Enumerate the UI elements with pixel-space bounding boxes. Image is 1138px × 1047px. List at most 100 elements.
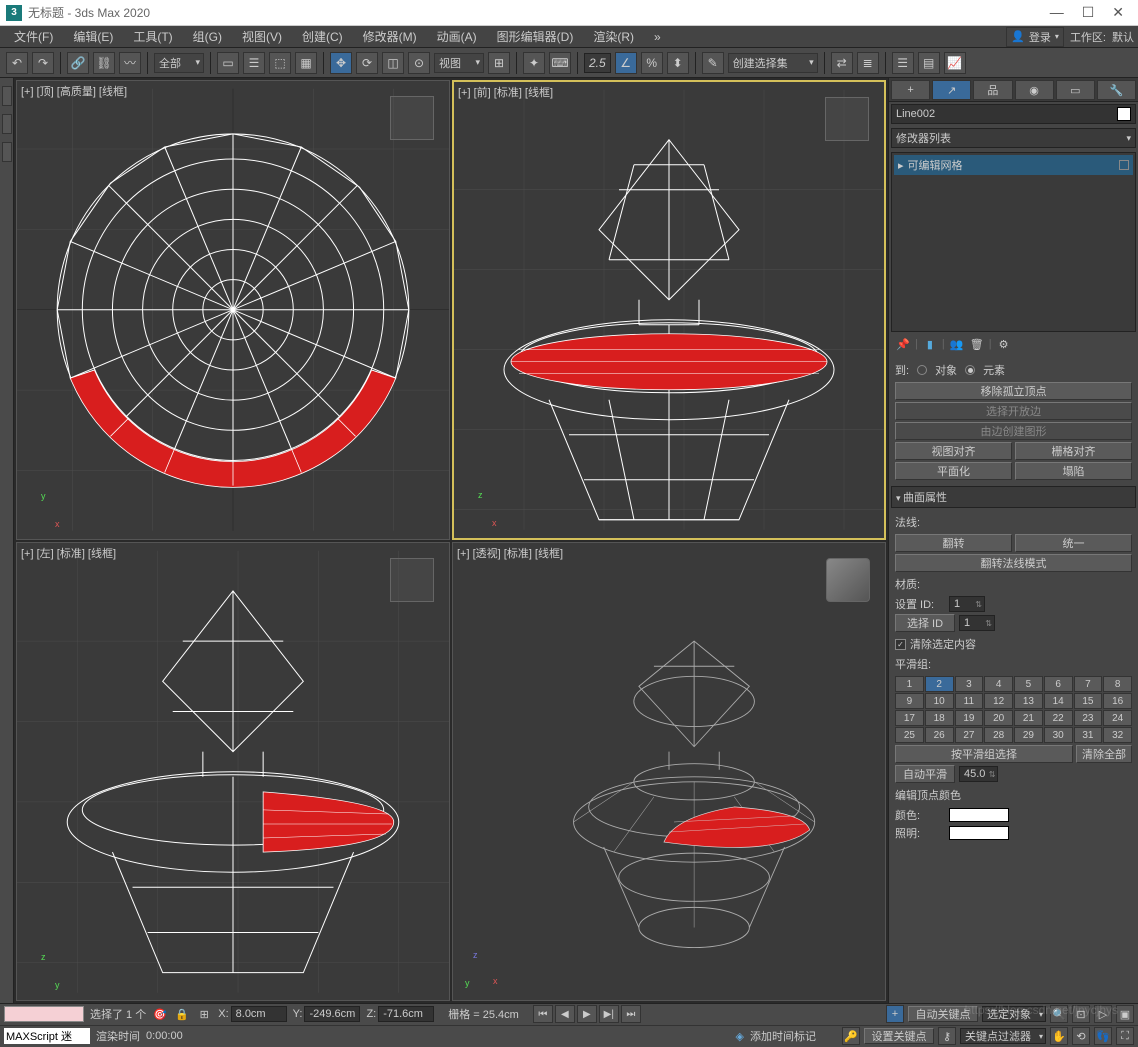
spinner-snap-button[interactable]: ⬍	[667, 52, 689, 74]
layer-explorer-button[interactable]: ☰	[892, 52, 914, 74]
collapse-button[interactable]: 塌陷	[1015, 462, 1132, 480]
modifier-stack[interactable]: ▸ 可编辑网格	[891, 152, 1136, 332]
select-by-name-button[interactable]: ☰	[243, 52, 265, 74]
scale-button[interactable]: ◫	[382, 52, 404, 74]
surface-properties-rollout[interactable]: 曲面属性	[891, 486, 1136, 508]
smoothing-group-16[interactable]: 16	[1103, 693, 1132, 709]
undo-button[interactable]: ↶	[6, 52, 28, 74]
viewport-front[interactable]: [+] [前] [标准] [线框]	[452, 80, 886, 540]
viewport-label[interactable]: [+] [顶] [高质量] [线框]	[21, 83, 127, 99]
toggle-ribbon-button[interactable]: ▤	[918, 52, 940, 74]
select-by-sg-button[interactable]: 按平滑组选择	[895, 745, 1073, 763]
menu-rendering[interactable]: 渲染(R)	[583, 26, 644, 47]
viewport-perspective[interactable]: [+] [透视] [标准] [线框]	[452, 542, 886, 1002]
maximize-button[interactable]: ☐	[1082, 4, 1095, 21]
smoothing-group-29[interactable]: 29	[1014, 727, 1043, 743]
add-time-tag[interactable]: 添加时间标记	[750, 1028, 816, 1044]
display-tab[interactable]: ▭	[1056, 80, 1095, 100]
smoothing-group-19[interactable]: 19	[955, 710, 984, 726]
clear-selection-checkbox[interactable]: ✓	[895, 639, 906, 650]
scene-explorer-strip[interactable]	[0, 78, 14, 1003]
coord-x[interactable]: 8.0cm	[231, 1006, 287, 1022]
menu-graph-editors[interactable]: 图形编辑器(D)	[487, 26, 584, 47]
create-shape-from-edges-button[interactable]: 由边创建图形	[895, 422, 1132, 440]
flip-normal-mode-button[interactable]: 翻转法线模式	[895, 554, 1132, 572]
curve-editor-button[interactable]: 📈	[944, 52, 966, 74]
smoothing-group-22[interactable]: 22	[1044, 710, 1073, 726]
prev-frame-button[interactable]: ◀	[555, 1005, 575, 1023]
nav-zoom-all-button[interactable]: ⊡	[1072, 1005, 1090, 1023]
rect-select-button[interactable]: ⬚	[269, 52, 291, 74]
move-button[interactable]: ✥	[330, 52, 352, 74]
selection-lock-icon[interactable]: 🎯	[152, 1006, 168, 1022]
remove-isolated-verts-button[interactable]: 移除孤立顶点	[895, 382, 1132, 400]
smoothing-group-10[interactable]: 10	[925, 693, 954, 709]
smoothing-group-13[interactable]: 13	[1014, 693, 1043, 709]
view-align-button[interactable]: 视图对齐	[895, 442, 1012, 460]
hierarchy-tab[interactable]: 品	[973, 80, 1012, 100]
key-filter-dropdown[interactable]: 关键点过滤器	[960, 1028, 1046, 1044]
nav-zoom-extents-button[interactable]: ▣	[1116, 1005, 1134, 1023]
smoothing-group-3[interactable]: 3	[955, 676, 984, 692]
configure-sets-button[interactable]: ⚙	[996, 336, 1012, 352]
nav-zoom-button[interactable]: 🔍	[1050, 1005, 1068, 1023]
manipulate-button[interactable]: ✦	[523, 52, 545, 74]
to-element-radio[interactable]	[965, 365, 975, 375]
angle-snap-button[interactable]: ∠	[615, 52, 637, 74]
key-mode-button[interactable]: +	[886, 1005, 904, 1023]
vertex-illum-swatch[interactable]	[949, 826, 1009, 840]
smoothing-group-30[interactable]: 30	[1044, 727, 1073, 743]
bind-space-warp-button[interactable]: 〰	[119, 52, 141, 74]
next-frame-button[interactable]: ▶|	[599, 1005, 619, 1023]
viewcube[interactable]	[390, 96, 434, 140]
smoothing-group-21[interactable]: 21	[1014, 710, 1043, 726]
nav-fov-button[interactable]: ▷	[1094, 1005, 1112, 1023]
to-object-radio[interactable]	[917, 365, 927, 375]
smoothing-group-32[interactable]: 32	[1103, 727, 1132, 743]
menu-animation[interactable]: 动画(A)	[427, 26, 487, 47]
menu-tools[interactable]: 工具(T)	[123, 26, 182, 47]
ref-coord-dropdown[interactable]: 视图	[434, 53, 484, 73]
smoothing-group-26[interactable]: 26	[925, 727, 954, 743]
motion-tab[interactable]: ◉	[1015, 80, 1054, 100]
edit-named-sel-button[interactable]: ✎	[702, 52, 724, 74]
grid-align-button[interactable]: 栅格对齐	[1015, 442, 1132, 460]
coord-y[interactable]: -249.6cm	[304, 1006, 360, 1022]
auto-smooth-spinner[interactable]: 45.0	[959, 766, 998, 782]
smoothing-group-27[interactable]: 27	[955, 727, 984, 743]
smoothing-group-25[interactable]: 25	[895, 727, 924, 743]
select-object-button[interactable]: ▭	[217, 52, 239, 74]
modify-tab[interactable]: ↗	[932, 80, 971, 100]
viewport-label[interactable]: [+] [透视] [标准] [线框]	[457, 545, 563, 561]
nav-orbit-button[interactable]: ⟲	[1072, 1027, 1090, 1045]
menu-create[interactable]: 创建(C)	[292, 26, 353, 47]
select-id-button[interactable]: 选择 ID	[895, 614, 955, 632]
nav-max-toggle-button[interactable]: ⛶	[1116, 1027, 1134, 1045]
minimize-button[interactable]: —	[1050, 4, 1064, 21]
modifier-editable-mesh[interactable]: ▸ 可编辑网格	[894, 155, 1133, 175]
pin-stack-button[interactable]: 📌	[895, 336, 911, 352]
placement-button[interactable]: ⊙	[408, 52, 430, 74]
modifier-list-dropdown[interactable]: 修改器列表	[891, 128, 1136, 148]
smoothing-group-9[interactable]: 9	[895, 693, 924, 709]
set-key-button[interactable]: 设置关键点	[864, 1028, 934, 1044]
object-color-swatch[interactable]	[1117, 107, 1131, 121]
menu-modifiers[interactable]: 修改器(M)	[353, 26, 427, 47]
menu-edit[interactable]: 编辑(E)	[63, 26, 123, 47]
lock-icon[interactable]: 🔒	[174, 1006, 190, 1022]
viewport-top[interactable]: [+] [顶] [高质量] [线框]	[16, 80, 450, 540]
smoothing-group-1[interactable]: 1	[895, 676, 924, 692]
strip-item[interactable]	[2, 114, 12, 134]
smoothing-group-7[interactable]: 7	[1074, 676, 1103, 692]
viewport-left[interactable]: [+] [左] [标准] [线框]	[16, 542, 450, 1002]
auto-smooth-button[interactable]: 自动平滑	[895, 765, 955, 783]
use-pivot-button[interactable]: ⊞	[488, 52, 510, 74]
goto-start-button[interactable]: ⏮	[533, 1005, 553, 1023]
workspace-value[interactable]: 默认	[1112, 29, 1134, 45]
redo-button[interactable]: ↷	[32, 52, 54, 74]
menu-views[interactable]: 视图(V)	[232, 26, 292, 47]
nav-pan-button[interactable]: ✋	[1050, 1027, 1068, 1045]
smoothing-group-8[interactable]: 8	[1103, 676, 1132, 692]
time-tag-icon[interactable]: ◈	[736, 1030, 744, 1043]
rotate-button[interactable]: ⟳	[356, 52, 378, 74]
